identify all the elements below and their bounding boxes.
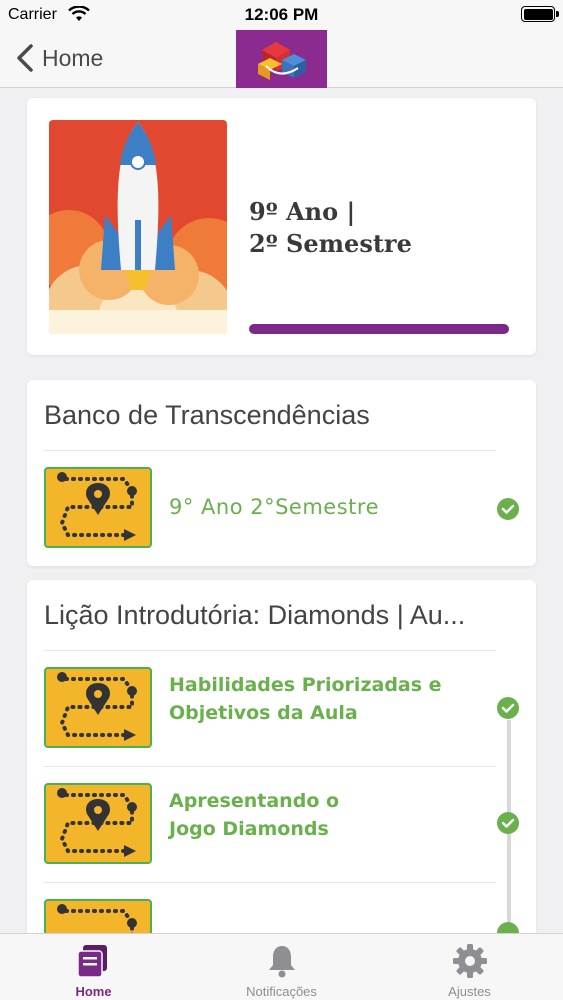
- map-route-icon: [44, 467, 152, 548]
- map-route-icon: [44, 667, 152, 748]
- map-route-icon: [44, 899, 152, 933]
- check-circle-icon: [497, 697, 519, 719]
- tab-label: Home: [75, 984, 112, 999]
- section-title: Banco de Transcendências: [44, 400, 370, 430]
- lesson-item[interactable]: Apresentando o Jogo Diamonds: [27, 767, 536, 883]
- course-progress-bar: [249, 324, 509, 334]
- tab-notificacoes[interactable]: Notificações: [188, 934, 375, 1000]
- section-card-banco: Banco de Transcendências 9° Ano 2°Semest…: [27, 380, 536, 566]
- app-logo: [236, 30, 327, 88]
- navigation-bar: Home: [0, 30, 563, 88]
- course-title-line2: 2º Semestre: [249, 229, 412, 258]
- check-circle-icon: [497, 812, 519, 834]
- check-circle-icon: [497, 498, 519, 520]
- course-title: 9º Ano | 2º Semestre: [249, 196, 412, 260]
- content-area[interactable]: 9º Ano | 2º Semestre Banco de Transcendê…: [0, 88, 563, 933]
- section-card-licao-introdutoria: Lição Introdutória: Diamonds | Au... Hab…: [27, 580, 536, 933]
- rocket-icon: [49, 120, 227, 334]
- check-circle-icon: [497, 922, 519, 933]
- lesson-label-line2: Objetivos da Aula: [169, 702, 358, 724]
- back-label: Home: [42, 44, 104, 71]
- rocket-illustration: [49, 120, 227, 334]
- lesson-item-partial[interactable]: [27, 883, 536, 933]
- lesson-item[interactable]: Habilidades Priorizadas e Objetivos da A…: [27, 651, 536, 767]
- course-progress-fill: [249, 324, 509, 334]
- lesson-label-line1: Habilidades Priorizadas e: [169, 674, 442, 696]
- tab-bar: Home Notificações Ajustes: [0, 933, 563, 1000]
- cubes-logo-icon: [258, 42, 306, 80]
- lesson-label: Habilidades Priorizadas e Objetivos da A…: [169, 671, 469, 727]
- lesson-label: 9° Ano 2°Semestre: [169, 495, 379, 519]
- section-title: Lição Introdutória: Diamonds | Au...: [44, 600, 466, 630]
- tab-label: Ajustes: [448, 984, 491, 999]
- cards-icon: [77, 945, 107, 978]
- gear-icon: [453, 944, 487, 978]
- battery-tip: [556, 11, 559, 17]
- back-button[interactable]: Home: [14, 40, 103, 76]
- course-title-line1: 9º Ano |: [249, 197, 356, 226]
- lesson-item[interactable]: 9° Ano 2°Semestre: [27, 451, 536, 567]
- bell-icon: [269, 946, 295, 978]
- tab-home[interactable]: Home: [0, 934, 187, 1000]
- lesson-label-line2: Jogo Diamonds: [169, 818, 329, 840]
- tab-label: Notificações: [246, 984, 317, 999]
- chevron-left-icon: [17, 44, 33, 72]
- lesson-label: Apresentando o Jogo Diamonds: [169, 787, 469, 843]
- status-bar: Carrier 12:06 PM: [0, 0, 563, 30]
- course-card[interactable]: 9º Ano | 2º Semestre: [27, 98, 536, 355]
- clock: 12:06 PM: [244, 5, 319, 24]
- map-route-icon: [44, 783, 152, 864]
- battery-icon: [521, 6, 555, 22]
- lesson-label-line1: Apresentando o: [169, 790, 340, 812]
- tab-ajustes[interactable]: Ajustes: [376, 934, 563, 1000]
